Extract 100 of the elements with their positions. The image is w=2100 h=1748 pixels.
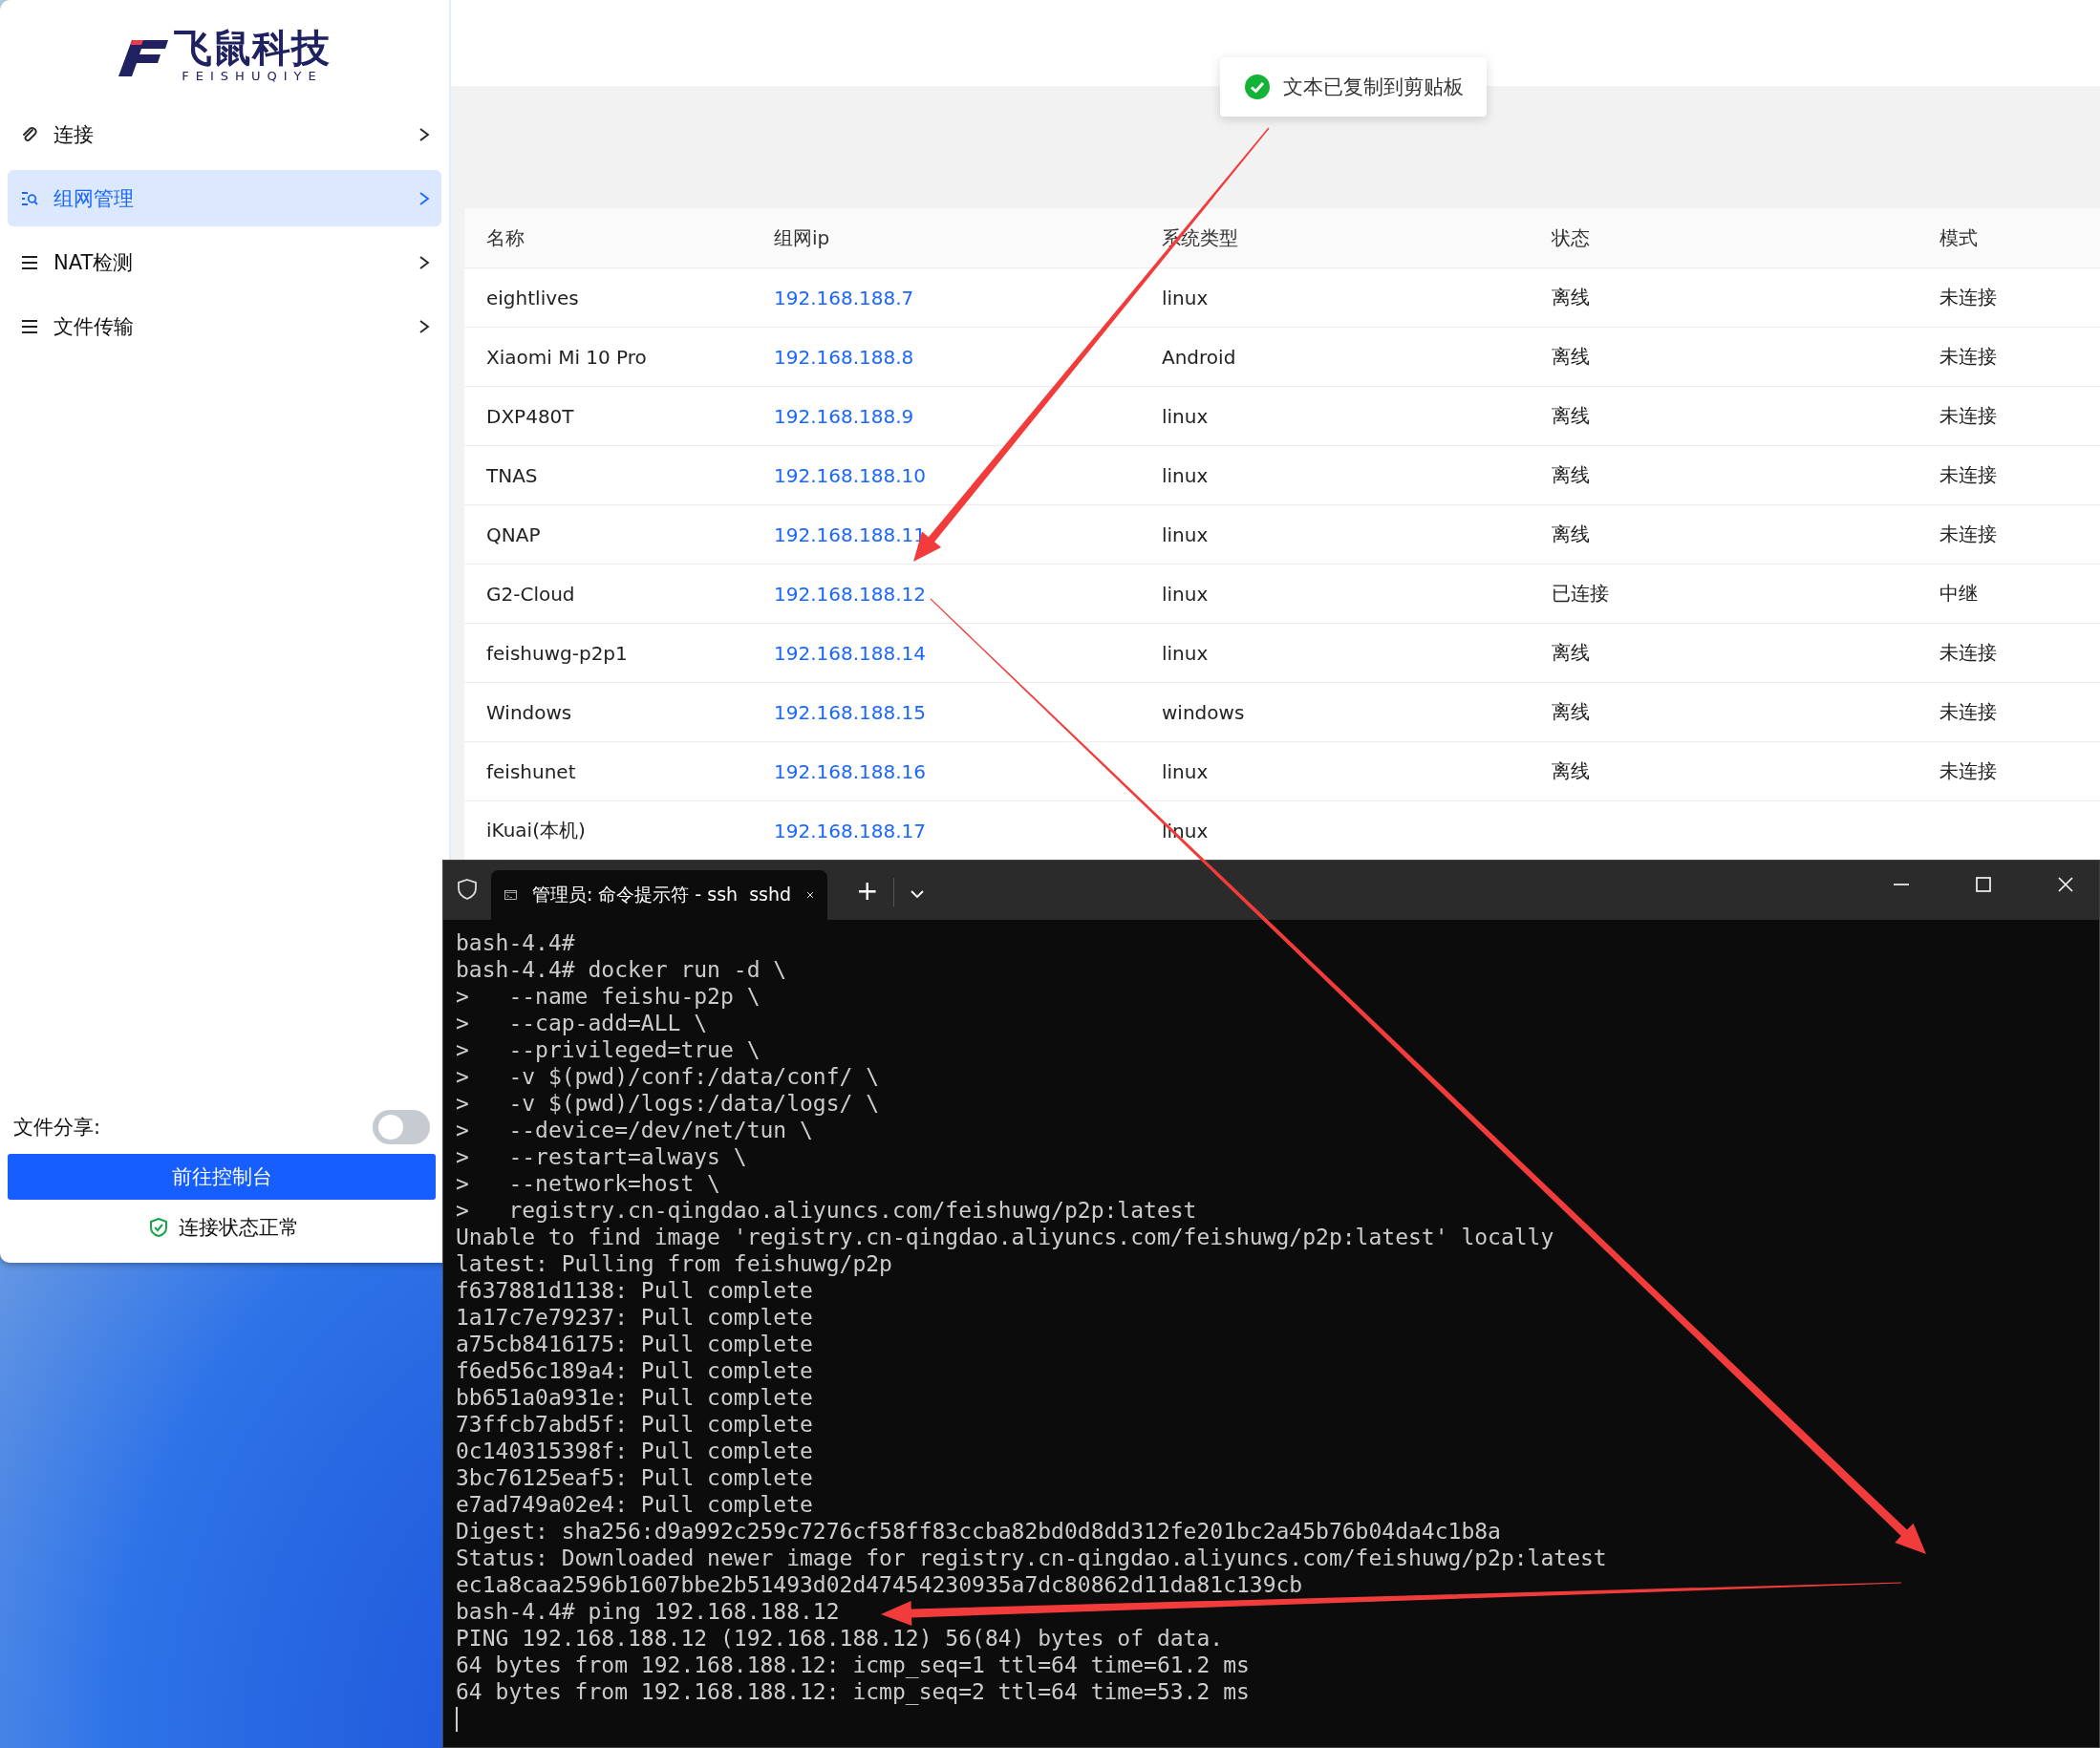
system-type: linux — [1161, 404, 1210, 428]
logo-text: 飞鼠科技 — [174, 27, 331, 69]
terminal-line: > --device=/dev/net/tun \ — [456, 1117, 813, 1143]
device-name: QNAP — [485, 522, 542, 546]
terminal-line: > -v $(pwd)/conf:/data/conf/ \ — [456, 1063, 880, 1090]
check-icon — [1245, 75, 1270, 99]
menu-icon — [21, 318, 38, 334]
status-cell-text: 离线 — [1551, 403, 1591, 429]
chevron-icon — [418, 254, 430, 270]
status-cell-text: 已连接 — [1551, 581, 1610, 607]
terminal-line: > -v $(pwd)/logs:/data/logs/ \ — [456, 1090, 880, 1117]
chevron-icon — [418, 318, 430, 334]
status-cell-text: 离线 — [1551, 758, 1591, 784]
text-cursor — [456, 1707, 458, 1732]
system-type: linux — [1161, 463, 1210, 487]
sidebar-item[interactable]: 文件传输 — [8, 298, 441, 354]
new-tab-button[interactable]: + — [846, 875, 889, 906]
ip-address[interactable]: 192.168.188.12 — [752, 582, 1140, 606]
terminal-line: PING 192.168.188.12 (192.168.188.12) 56(84) bytes of data. — [456, 1625, 1224, 1652]
column-header: 名称 — [485, 224, 525, 251]
logo-subtitle: FEISHUQIYE — [182, 69, 323, 83]
toggle-switch[interactable] — [373, 1110, 430, 1144]
chevron-icon — [418, 126, 430, 142]
status-cell-text: 离线 — [1551, 699, 1591, 725]
status-cell-text: 离线 — [1551, 285, 1591, 310]
terminal-line: 1a17c7e79237: Pull complete — [456, 1304, 813, 1331]
terminal-line: f6ed56c189a4: Pull complete — [456, 1357, 813, 1384]
terminal-line: > --cap-add=ALL \ — [456, 1010, 708, 1036]
device-name: TNAS — [485, 463, 539, 487]
ip-address[interactable]: 192.168.188.16 — [752, 759, 1140, 783]
device-name: Xiaomi Mi 10 Pro — [485, 345, 648, 369]
terminal-line: bash-4.4# docker run -d \ — [456, 956, 787, 983]
terminal-tab[interactable]: 管理员: 命令提示符 - ssh sshd — [491, 870, 827, 920]
device-name: Windows — [485, 700, 573, 724]
ip-address[interactable]: 192.168.188.11 — [752, 522, 1140, 546]
terminal-line: > --name feishu-p2p \ — [456, 983, 761, 1010]
terminal-line: > --restart=always \ — [456, 1143, 747, 1170]
ip-address[interactable]: 192.168.188.10 — [752, 463, 1140, 487]
terminal-line: bash-4.4# — [456, 929, 575, 956]
sidebar-item[interactable]: 连接 — [8, 106, 441, 162]
terminal-line: e7ad749a02e4: Pull complete — [456, 1491, 813, 1518]
sidebar-item[interactable]: 组网管理 — [8, 170, 441, 226]
column-header: 模式 — [1939, 224, 1979, 251]
mode-cell-text: 未连接 — [1939, 640, 1998, 666]
system-type: Android — [1161, 345, 1237, 369]
terminal-line: f637881d1138: Pull complete — [456, 1277, 813, 1304]
terminal-line: bash-4.4# ping 192.168.188.12 — [456, 1598, 840, 1625]
terminal-line: ec1a8caa2596b1607bbe2b51493d02d47454230935a7dc80862d11da81c139cb — [456, 1571, 1303, 1598]
column-header: 状态 — [1551, 224, 1591, 251]
terminal-line: Digest: sha256:d9a992c259c7276cf58ff83ccba82bd0d8dd312fe201bc2a45b76b04da4c1b8a — [456, 1518, 1501, 1545]
ip-address[interactable]: 192.168.188.14 — [752, 641, 1140, 665]
mode-cell-text: 未连接 — [1939, 522, 1998, 547]
device-name: G2-Cloud — [485, 582, 576, 606]
mode-cell-text: 未连接 — [1939, 285, 1998, 310]
device-name: DXP480T — [485, 404, 575, 428]
dropdown-icon[interactable] — [910, 889, 926, 899]
sidebar-item[interactable]: NAT检测 — [8, 234, 441, 290]
mode-cell-text: 未连接 — [1939, 699, 1998, 725]
ip-address[interactable]: 192.168.188.17 — [752, 819, 1140, 842]
search-list-icon — [21, 190, 38, 206]
terminal-line: > --privileged=true \ — [456, 1036, 761, 1063]
device-name: feishunet — [485, 759, 577, 783]
menu-icon — [21, 254, 38, 270]
status-cell-text: 离线 — [1551, 640, 1591, 666]
shield-check-icon — [150, 1218, 167, 1237]
terminal-line: > registry.cn-qingdao.aliyuncs.com/feishuwg/p2p:latest — [456, 1197, 1197, 1224]
terminal-line: a75cb8416175: Pull complete — [456, 1331, 813, 1357]
device-name: eightlives — [485, 286, 580, 309]
device-name: feishuwg-p2p1 — [485, 641, 629, 665]
mode-cell-text: 中继 — [1939, 581, 1979, 607]
column-header: 组网ip — [773, 224, 831, 251]
connection-status: 连接状态正常 — [179, 1215, 299, 1241]
ip-address[interactable]: 192.168.188.7 — [752, 286, 1140, 309]
ip-address[interactable]: 192.168.188.9 — [752, 404, 1140, 428]
terminal-line: 3bc76125eaf5: Pull complete — [456, 1464, 813, 1491]
system-type: linux — [1161, 522, 1210, 546]
ip-address[interactable]: 192.168.188.8 — [752, 345, 1140, 369]
system-type: linux — [1161, 759, 1210, 783]
device-name: iKuai(本机) — [485, 818, 587, 843]
terminal-line: Status: Downloaded newer image for registry.cn-qingdao.aliyuncs.com/feishuwg/p2p:latest — [456, 1545, 1607, 1571]
system-type: linux — [1161, 286, 1210, 309]
mode-cell-text: 未连接 — [1939, 403, 1998, 429]
file-share-label: 文件分享: — [13, 1115, 101, 1140]
system-type: linux — [1161, 641, 1210, 665]
console-button[interactable]: 前往控制台 — [8, 1154, 436, 1200]
terminal-line: latest: Pulling from feishuwg/p2p — [456, 1250, 892, 1277]
toast-message: 文本已复制到剪贴板 — [1220, 57, 1487, 117]
mode-cell-text: 未连接 — [1939, 462, 1998, 488]
status-cell-text: 离线 — [1551, 462, 1591, 488]
close-icon[interactable] — [2057, 876, 2074, 893]
terminal-line: 64 bytes from 192.168.188.12: icmp_seq=2 ttl=64 time=53.2 ms — [456, 1678, 1250, 1705]
terminal-line: 73ffcb7abd5f: Pull complete — [456, 1411, 813, 1438]
mode-cell-text: 未连接 — [1939, 758, 1998, 784]
ip-address[interactable]: 192.168.188.15 — [752, 700, 1140, 724]
system-type: windows — [1161, 700, 1246, 724]
terminal-line: > --network=host \ — [456, 1170, 720, 1197]
maximize-icon[interactable] — [1975, 876, 1992, 893]
terminal-line: Unable to find image 'registry.cn-qingdao.aliyuncs.com/feishuwg/p2p:latest' locally — [456, 1224, 1554, 1250]
chevron-icon — [418, 190, 430, 206]
terminal-line: 0c140315398f: Pull complete — [456, 1438, 813, 1464]
